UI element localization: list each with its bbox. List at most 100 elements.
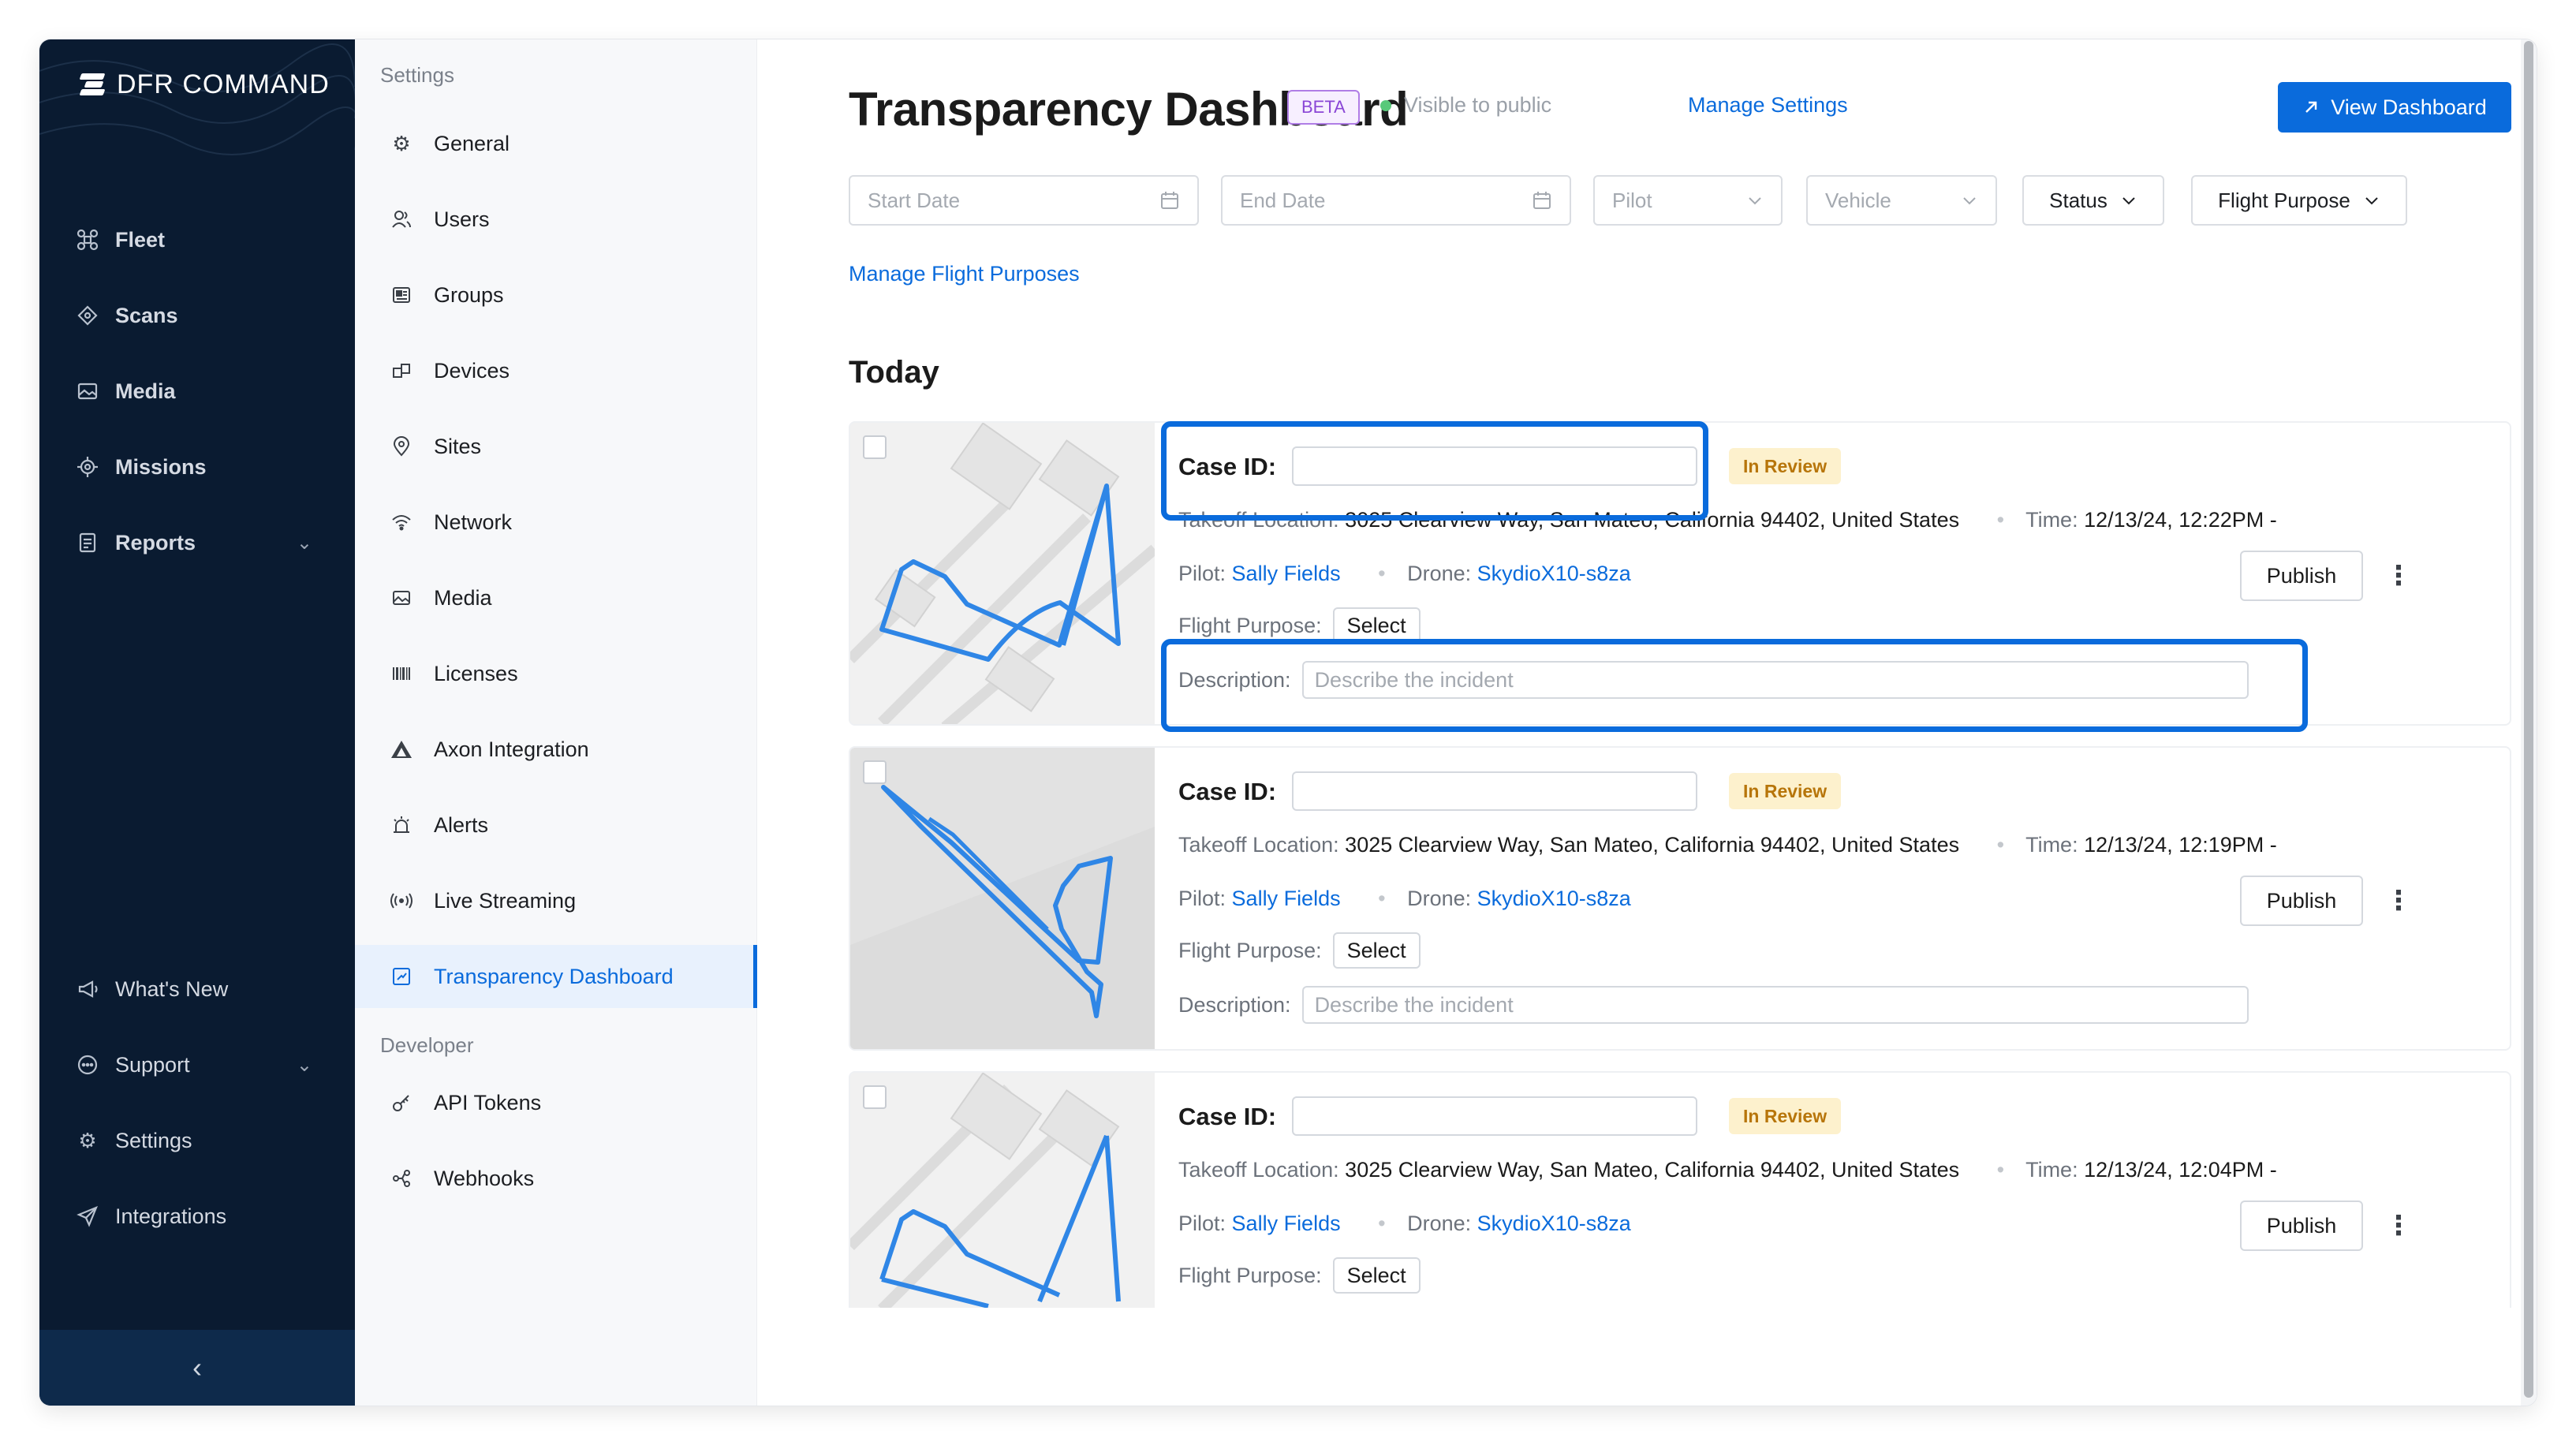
takeoff-location: 3025 Clearview Way, San Mateo, Californi… xyxy=(1345,508,1960,532)
scrollbar-thumb[interactable] xyxy=(2524,41,2533,1398)
settings-item-groups[interactable]: Groups xyxy=(355,263,757,327)
settings-item-api-tokens[interactable]: API Tokens xyxy=(355,1071,757,1134)
flight-purpose-select[interactable]: Select xyxy=(1332,607,1421,644)
case-id-input[interactable] xyxy=(1292,771,1697,811)
manage-flight-purposes-link[interactable]: Manage Flight Purposes xyxy=(849,262,1080,286)
separator-dot: • xyxy=(1996,1158,2005,1182)
start-date-field[interactable]: Start Date xyxy=(849,175,1199,226)
nav-item-scans[interactable]: Scans xyxy=(76,293,336,338)
settings-item-media[interactable]: Media xyxy=(355,566,757,629)
primary-nav: DFR COMMAND Fleet Scans Media Missions R… xyxy=(39,39,355,1406)
flight-purpose-label: Flight Purpose: xyxy=(1178,1263,1322,1287)
publish-button[interactable]: Publish xyxy=(2240,1200,2363,1251)
status-filter[interactable]: Status xyxy=(2022,175,2164,226)
nav-item-support[interactable]: Support ⌄ xyxy=(76,1043,336,1087)
pilot-filter[interactable]: Pilot xyxy=(1593,175,1783,226)
flight-purpose-filter[interactable]: Flight Purpose xyxy=(2191,175,2407,226)
select-checkbox[interactable] xyxy=(863,435,887,459)
flight-map-thumbnail[interactable] xyxy=(850,423,1155,724)
flight-map-thumbnail[interactable] xyxy=(850,748,1155,1049)
dashboard-icon xyxy=(390,965,413,988)
takeoff-location: 3025 Clearview Way, San Mateo, Californi… xyxy=(1345,1158,1960,1182)
settings-item-label: Devices xyxy=(434,358,510,383)
case-id-input[interactable] xyxy=(1292,1096,1697,1136)
pilot-drone-row: Pilot: Sally Fields • Drone: SkydioX10-s… xyxy=(1178,1212,1631,1236)
chevron-down-icon xyxy=(1963,197,1976,205)
manage-settings-link[interactable]: Manage Settings xyxy=(1688,93,1848,118)
drone-label: Drone: xyxy=(1407,562,1472,585)
chevron-down-icon xyxy=(2365,197,2378,205)
end-date-field[interactable]: End Date xyxy=(1221,175,1571,226)
view-dashboard-button[interactable]: View Dashboard xyxy=(2278,82,2511,133)
nav-item-settings[interactable]: ⚙ Settings xyxy=(76,1118,336,1163)
time-label: Time: xyxy=(2025,833,2078,857)
case-id-input[interactable] xyxy=(1292,446,1697,486)
settings-item-sites[interactable]: Sites xyxy=(355,415,757,478)
flight-map-thumbnail[interactable] xyxy=(850,1073,1155,1308)
settings-item-users[interactable]: Users xyxy=(355,188,757,251)
settings-item-axon-integration[interactable]: Axon Integration xyxy=(355,718,757,781)
settings-item-label: Webhooks xyxy=(434,1166,535,1190)
flight-time: 12/13/24, 12:19PM - xyxy=(2084,833,2277,857)
more-options-icon[interactable]: ⋮ xyxy=(2385,557,2412,595)
flight-purpose-select[interactable]: Select xyxy=(1332,932,1421,969)
flight-time: 12/13/24, 12:04PM - xyxy=(2084,1158,2277,1182)
more-options-icon[interactable]: ⋮ xyxy=(2385,1207,2412,1245)
brand-name: DFR COMMAND xyxy=(117,69,330,99)
settings-item-licenses[interactable]: Licenses xyxy=(355,642,757,705)
publish-button[interactable]: Publish xyxy=(2240,876,2363,926)
brand-logo[interactable]: DFR COMMAND xyxy=(79,63,330,106)
pilot-link[interactable]: Sally Fields xyxy=(1232,887,1341,910)
settings-item-network[interactable]: Network xyxy=(355,491,757,554)
description-input[interactable]: Describe the incident xyxy=(1301,661,2249,699)
nav-item-reports[interactable]: Reports ⌄ xyxy=(76,521,336,565)
scrollbar-track[interactable] xyxy=(2521,39,2537,1406)
settings-item-alerts[interactable]: Alerts xyxy=(355,793,757,857)
flight-card: Case ID: In Review Takeoff Location: 302… xyxy=(849,746,2511,1051)
pilot-link[interactable]: Sally Fields xyxy=(1232,562,1341,585)
settings-item-general[interactable]: ⚙ General xyxy=(355,112,757,175)
settings-item-live-streaming[interactable]: Live Streaming xyxy=(355,869,757,932)
nav-label: What's New xyxy=(115,976,229,1001)
settings-item-label: Groups xyxy=(434,282,504,307)
separator-dot: • xyxy=(1378,1212,1386,1235)
brand-mark-icon xyxy=(79,73,106,96)
nav-label: Settings xyxy=(115,1128,192,1152)
siren-icon xyxy=(390,813,413,837)
drone-link[interactable]: SkydioX10-s8za xyxy=(1477,1212,1631,1235)
chevron-down-icon xyxy=(1749,197,1761,205)
nav-label: Reports xyxy=(115,530,196,554)
select-checkbox[interactable] xyxy=(863,1085,887,1109)
nav-item-whats-new[interactable]: What's New xyxy=(76,967,336,1011)
nav-item-integrations[interactable]: Integrations xyxy=(76,1194,336,1238)
nav-item-missions[interactable]: Missions xyxy=(76,445,336,489)
pilot-link[interactable]: Sally Fields xyxy=(1232,1212,1341,1235)
case-id-label: Case ID: xyxy=(1178,778,1277,805)
nav-label: Fleet xyxy=(115,227,166,252)
drone-link[interactable]: SkydioX10-s8za xyxy=(1477,887,1631,910)
nav-item-media[interactable]: Media xyxy=(76,369,336,413)
settings-item-label: Live Streaming xyxy=(434,888,577,913)
settings-item-devices[interactable]: Devices xyxy=(355,339,757,402)
flight-path-map xyxy=(850,748,1155,1049)
settings-item-label: Alerts xyxy=(434,812,489,837)
nav-item-fleet[interactable]: Fleet xyxy=(76,218,336,262)
description-label: Description: xyxy=(1178,992,1291,1017)
broadcast-icon xyxy=(390,889,413,913)
settings-item-transparency-dashboard[interactable]: Transparency Dashboard xyxy=(355,945,757,1008)
status-dot-icon xyxy=(1380,99,1391,111)
vehicle-filter[interactable]: Vehicle xyxy=(1806,175,1997,226)
takeoff-time-row: Takeoff Location: 3025 Clearview Way, Sa… xyxy=(1178,1158,2277,1182)
settings-item-webhooks[interactable]: Webhooks xyxy=(355,1147,757,1210)
axon-icon xyxy=(390,737,413,761)
publish-button[interactable]: Publish xyxy=(2240,551,2363,601)
drone-link[interactable]: SkydioX10-s8za xyxy=(1477,562,1631,585)
more-options-icon[interactable]: ⋮ xyxy=(2385,882,2412,920)
flight-purpose-select[interactable]: Select xyxy=(1332,1257,1421,1294)
key-icon xyxy=(390,1091,413,1115)
select-checkbox[interactable] xyxy=(863,760,887,784)
flight-path-map xyxy=(850,423,1155,724)
description-input[interactable]: Describe the incident xyxy=(1301,986,2249,1024)
users-icon xyxy=(390,207,413,231)
collapse-sidebar-button[interactable]: ‹ xyxy=(39,1330,355,1406)
